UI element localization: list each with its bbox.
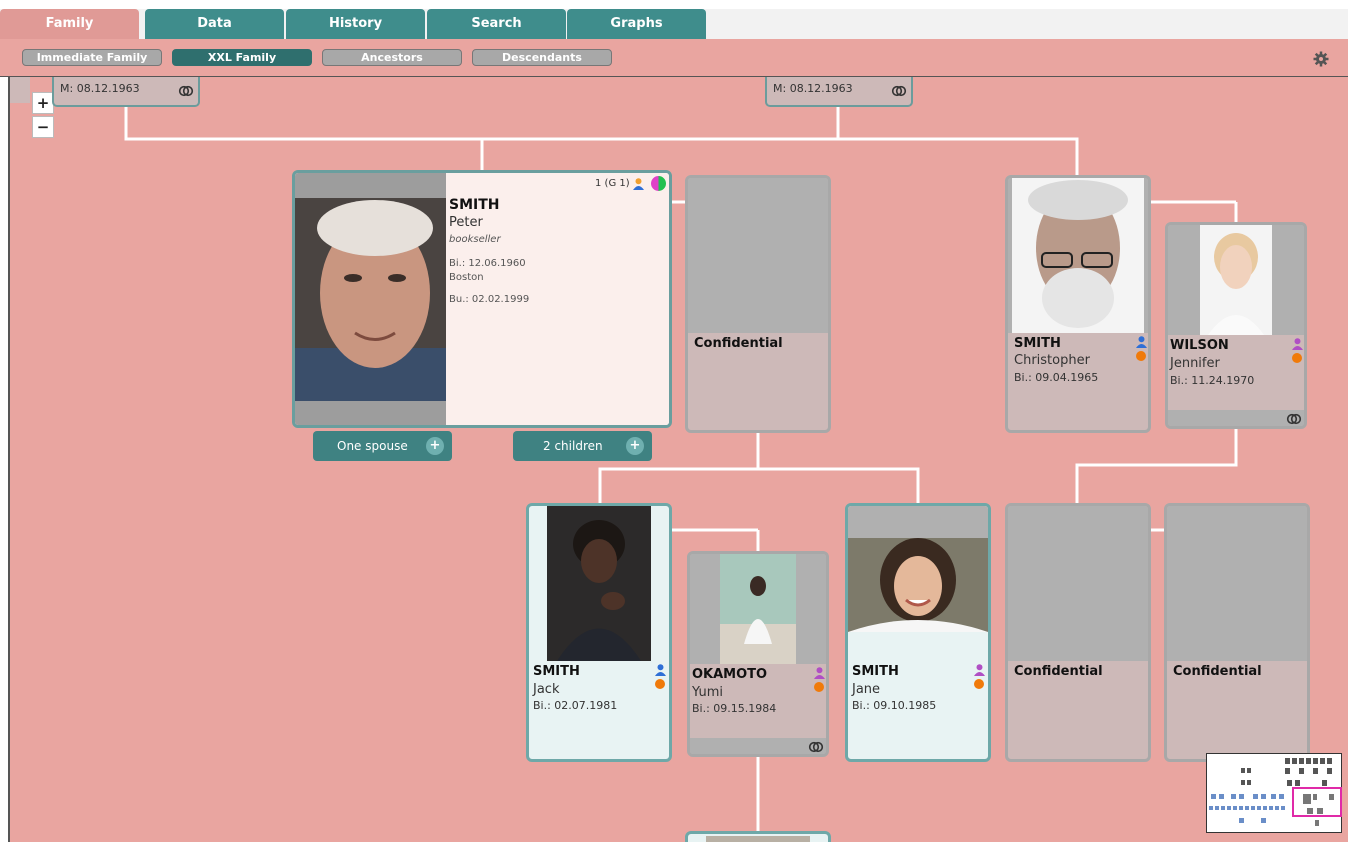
- person-photo: [720, 554, 796, 664]
- focus-person-card[interactable]: 1 (G 1) SMITH Peter bookseller Bi.: 12.0…: [292, 170, 672, 428]
- person-card-offscreen[interactable]: [685, 831, 831, 842]
- card-footer: [1168, 410, 1304, 426]
- female-icon: [1292, 338, 1303, 350]
- confidential-card[interactable]: Confidential: [1164, 503, 1310, 762]
- zoom-out-button[interactable]: −: [32, 116, 54, 138]
- status-dot: [974, 679, 984, 689]
- subtab-immediate-family[interactable]: Immediate Family: [22, 49, 162, 66]
- person-surname: SMITH: [449, 197, 500, 213]
- tab-data[interactable]: Data: [145, 9, 284, 39]
- status-dot: [814, 682, 824, 692]
- card-footer: [690, 738, 826, 754]
- family-tree-canvas[interactable]: + − M: 08.12.1963 M: 08.12.1963 1 (G 1) …: [8, 77, 1348, 842]
- zoom-in-button[interactable]: +: [32, 92, 54, 114]
- person-given-name: Peter: [449, 215, 483, 230]
- confidential-card[interactable]: Confidential: [685, 175, 831, 433]
- status-dot: [1292, 353, 1302, 363]
- person-surname: WILSON: [1170, 338, 1229, 353]
- person-photo: [547, 506, 651, 661]
- person-card-jane[interactable]: SMITH Jane Bi.: 09.10.1985: [845, 503, 991, 762]
- subtab-descendants[interactable]: Descendants: [472, 49, 612, 66]
- person-birthplace: Boston: [449, 272, 484, 283]
- person-given-name: Yumi: [692, 685, 723, 700]
- status-dot: [655, 679, 665, 689]
- minimap-viewport[interactable]: [1292, 787, 1342, 817]
- offscreen-card-stub: [10, 77, 30, 103]
- person-icon: [633, 178, 644, 190]
- person-card-jennifer[interactable]: WILSON Jennifer Bi.: 11.24.1970: [1165, 222, 1307, 429]
- person-given-name: Jack: [533, 682, 560, 697]
- marriage-date: M: 08.12.1963: [60, 82, 140, 95]
- link-icon[interactable]: [891, 83, 907, 99]
- person-card-jack[interactable]: SMITH Jack Bi.: 02.07.1981: [526, 503, 672, 762]
- confidential-label: Confidential: [1173, 664, 1262, 679]
- person-birth: Bi.: 11.24.1970: [1170, 374, 1255, 387]
- person-birth: Bi.: 09.04.1965: [1014, 371, 1099, 384]
- person-surname: SMITH: [852, 664, 899, 679]
- children-label: 2 children: [543, 439, 603, 453]
- tab-search[interactable]: Search: [427, 9, 566, 39]
- photo-placeholder: [1008, 506, 1148, 661]
- plus-icon[interactable]: +: [626, 437, 644, 455]
- person-card-yumi[interactable]: OKAMOTO Yumi Bi.: 09.15.1984: [687, 551, 829, 757]
- marriage-box[interactable]: M: 08.12.1963: [52, 77, 200, 107]
- person-photo: [706, 836, 810, 842]
- marriage-date: M: 08.12.1963: [773, 82, 853, 95]
- person-surname: SMITH: [533, 664, 580, 679]
- person-birth: Bi.: 12.06.1960: [449, 258, 526, 269]
- subtab-xxl-family[interactable]: XXL Family: [172, 49, 312, 66]
- confidential-card[interactable]: Confidential: [1005, 503, 1151, 762]
- person-given-name: Jane: [852, 682, 881, 697]
- person-burial: Bu.: 02.02.1999: [449, 294, 530, 305]
- person-birth: Bi.: 09.15.1984: [692, 702, 777, 715]
- main-tab-bar: Family Data History Search Graphs: [0, 9, 1348, 39]
- spouses-button[interactable]: One spouse +: [313, 431, 452, 461]
- status-dot: [1136, 351, 1146, 361]
- person-given-name: Christopher: [1014, 353, 1090, 368]
- photo-placeholder: [848, 506, 988, 538]
- children-button[interactable]: 2 children +: [513, 431, 652, 461]
- person-photo: [1012, 178, 1144, 333]
- person-photo: [295, 198, 446, 401]
- person-photo: [848, 538, 988, 632]
- link-icon[interactable]: [808, 739, 824, 755]
- male-icon: [655, 664, 666, 676]
- person-given-name: Jennifer: [1170, 356, 1220, 371]
- female-icon: [814, 667, 825, 679]
- sub-tab-bar: Immediate Family XXL Family Ancestors De…: [0, 39, 1348, 77]
- subtab-ancestors[interactable]: Ancestors: [322, 49, 462, 66]
- confidential-label: Confidential: [1014, 664, 1103, 679]
- link-icon[interactable]: [1286, 411, 1302, 427]
- plus-icon[interactable]: +: [426, 437, 444, 455]
- female-icon: [974, 664, 985, 676]
- photo-placeholder: [1167, 506, 1307, 661]
- gear-icon[interactable]: [1313, 51, 1329, 67]
- app-window: Family Data History Search Graphs Immedi…: [0, 0, 1348, 842]
- person-card-christopher[interactable]: SMITH Christopher Bi.: 09.04.1965: [1005, 175, 1151, 433]
- link-icon[interactable]: [178, 83, 194, 99]
- person-photo: [1200, 225, 1272, 335]
- generation-counter: 1 (G 1): [595, 178, 630, 189]
- photo-placeholder: [688, 178, 828, 333]
- tab-graphs[interactable]: Graphs: [567, 9, 706, 39]
- tab-history[interactable]: History: [286, 9, 425, 39]
- half-circle-icon: [651, 176, 666, 191]
- person-birth: Bi.: 02.07.1981: [533, 699, 618, 712]
- person-surname: SMITH: [1014, 336, 1061, 351]
- person-birth: Bi.: 09.10.1985: [852, 699, 937, 712]
- minimap[interactable]: [1206, 753, 1342, 833]
- spouses-label: One spouse: [337, 439, 408, 453]
- tab-family[interactable]: Family: [0, 9, 139, 39]
- confidential-label: Confidential: [694, 336, 783, 351]
- male-icon: [1136, 336, 1147, 348]
- person-surname: OKAMOTO: [692, 667, 768, 682]
- marriage-box[interactable]: M: 08.12.1963: [765, 77, 913, 107]
- person-occupation: bookseller: [449, 234, 501, 245]
